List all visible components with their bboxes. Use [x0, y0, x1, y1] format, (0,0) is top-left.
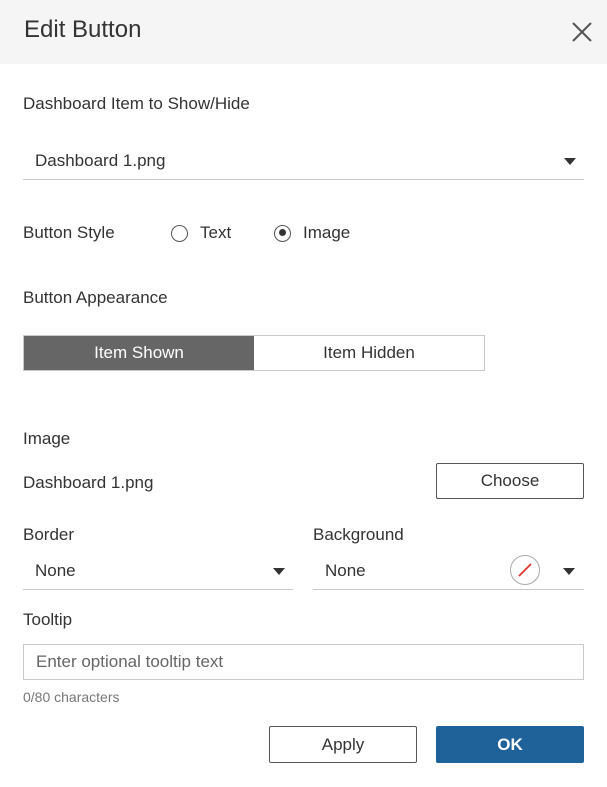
chevron-down-icon [564, 158, 576, 165]
background-label: Background [313, 525, 404, 544]
tab-item-shown[interactable]: Item Shown [24, 336, 254, 370]
dialog-header: Edit Button [0, 0, 607, 64]
border-dropdown[interactable]: None [23, 553, 293, 590]
close-icon[interactable] [569, 19, 595, 45]
background-dropdown[interactable]: None [313, 553, 584, 590]
radio-image[interactable]: Image [274, 223, 350, 243]
radio-text-label: Text [200, 223, 232, 242]
tooltip-label: Tooltip [23, 610, 73, 629]
apply-button[interactable]: Apply [269, 726, 417, 763]
radio-circle-selected [274, 224, 291, 242]
target-dropdown[interactable]: Dashboard 1.png [23, 143, 584, 180]
image-label: Image [23, 429, 71, 448]
radio-text[interactable]: Text [171, 223, 231, 243]
tab-item-hidden[interactable]: Item Hidden [254, 336, 484, 370]
border-label: Border [23, 525, 75, 544]
choose-button[interactable]: Choose [436, 463, 584, 499]
background-value: None [325, 561, 366, 580]
appearance-toggle: Item Shown Item Hidden [23, 335, 485, 371]
image-file-name: Dashboard 1.png [23, 473, 154, 492]
chevron-down-icon [563, 568, 575, 575]
appearance-label: Button Appearance [23, 288, 168, 307]
target-label: Dashboard Item to Show/Hide [23, 94, 250, 113]
no-color-icon[interactable] [510, 555, 540, 585]
character-counter: 0/80 characters [23, 689, 120, 705]
tooltip-input[interactable] [23, 644, 584, 680]
radio-circle [171, 224, 188, 242]
ok-button[interactable]: OK [436, 726, 584, 763]
radio-image-label: Image [303, 223, 351, 242]
border-value: None [35, 561, 76, 580]
button-style-label: Button Style [23, 223, 115, 242]
chevron-down-icon [273, 568, 285, 575]
target-value: Dashboard 1.png [35, 151, 166, 170]
dialog-title: Edit Button [24, 16, 142, 43]
